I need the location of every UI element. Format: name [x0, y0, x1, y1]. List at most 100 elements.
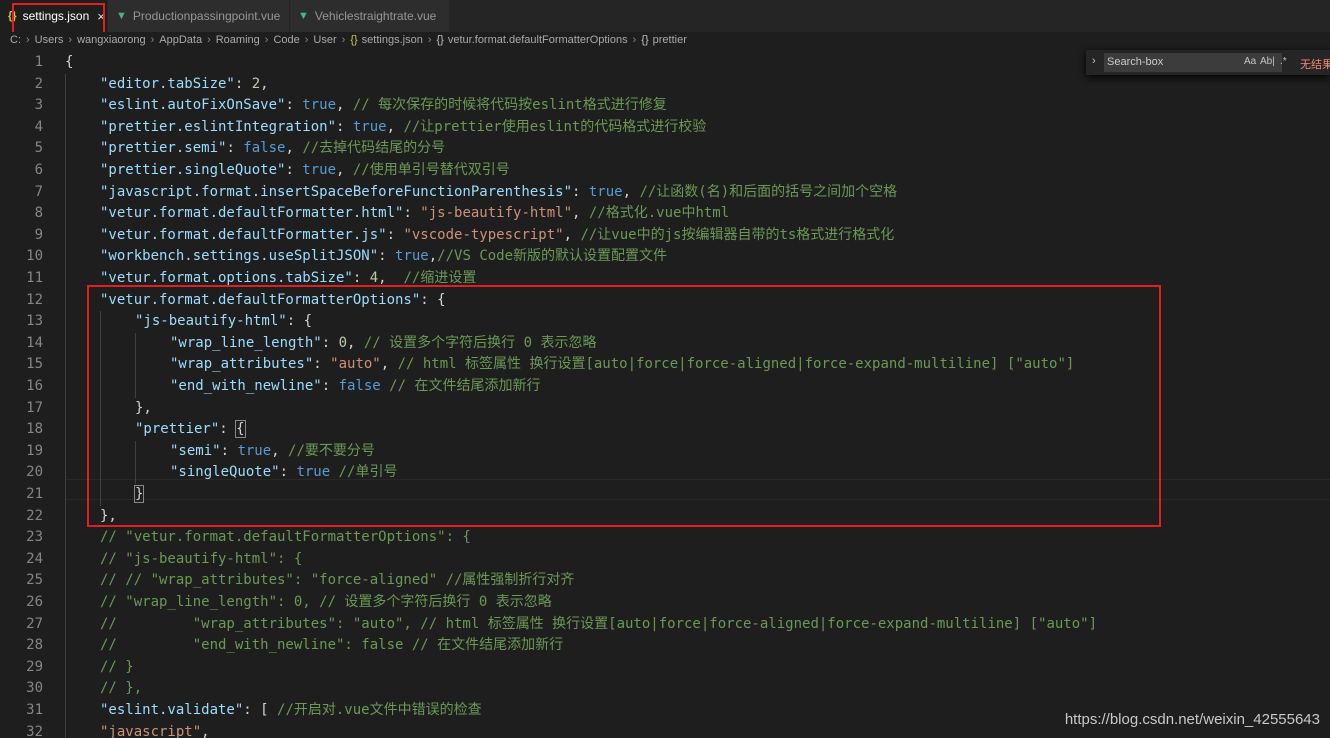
line-number: 26 — [26, 594, 43, 610]
chevron-right-icon: › — [341, 33, 346, 46]
code-token: "vetur.format.defaultFormatter.html" — [100, 205, 404, 222]
code-token: "editor.tabSize" — [100, 75, 235, 92]
line-number: 13 — [26, 313, 43, 330]
line-number: 2 — [34, 75, 43, 92]
code-line[interactable]: 9 "vetur.format.defaultFormatter.js": "vs… — [0, 225, 1330, 247]
indent-guide — [65, 635, 66, 657]
line-number: 4 — [34, 118, 43, 135]
code-line[interactable]: 10 "workbench.settings.useSplitJSON": tru… — [0, 246, 1330, 268]
code-line[interactable]: 23 // "vetur.format.defaultFormatterOptio… — [0, 527, 1330, 549]
line-number: 30 — [26, 680, 43, 697]
line-number: 21 — [26, 486, 43, 502]
line-number: 32 — [26, 723, 43, 738]
chevron-right-icon: › — [68, 33, 73, 46]
code-text: "vetur.format.defaultFormatter.html": "j… — [100, 203, 729, 225]
indent-guide — [65, 311, 66, 333]
code-line[interactable]: 6 "prettier.singleQuote": true, //使用单引号替代… — [0, 160, 1330, 182]
code-token: : — [234, 75, 252, 92]
code-text: "eslint.autoFixOnSave": true, // 每次保存的时候… — [100, 95, 667, 117]
whole-word-icon[interactable]: Ab| — [1260, 56, 1275, 67]
code-line[interactable]: 5 "prettier.semi": false, //去掉代码结尾的分号 — [0, 138, 1330, 160]
breadcrumb-item[interactable]: prettier — [653, 34, 687, 46]
indent-guide — [65, 224, 66, 247]
object-symbol-icon: {} — [641, 33, 649, 46]
code-text: "javascript", — [100, 722, 210, 738]
code-line[interactable]: 26 // "wrap_line_length": 0, // 设置多个字符后换行… — [0, 592, 1330, 614]
line-number: 10 — [26, 248, 43, 265]
code-line[interactable]: 24 // "js-beautify-html": { — [0, 549, 1330, 571]
line-number: 7 — [34, 183, 43, 200]
indent-guide — [65, 73, 66, 96]
indent-guide — [65, 527, 66, 549]
code-token: "vetur.format.defaultFormatter.js" — [100, 226, 387, 243]
watermark: https://blog.csdn.net/weixin_42555643 — [1064, 711, 1320, 728]
code-token: //去掉代码结尾的分号 — [302, 140, 446, 157]
code-token: "workbench.settings.useSplitJSON" — [100, 248, 379, 265]
code-token: "vetur.format.options.tabSize" — [100, 270, 353, 286]
tab-bar: {} settings.json × ▼ Productionpassingpo… — [0, 0, 1330, 32]
line-number: 18 — [26, 421, 43, 438]
code-token: , — [336, 162, 353, 178]
chevron-right-icon: › — [632, 33, 637, 46]
code-line[interactable]: 29 // } — [0, 657, 1330, 679]
tab-annotation-box — [12, 3, 105, 34]
line-number: 6 — [34, 162, 43, 178]
breadcrumb-item[interactable]: wangxiaorong — [77, 34, 146, 46]
code-token: , — [572, 205, 589, 222]
line-number: 9 — [34, 226, 43, 243]
chevron-right-icon: › — [427, 33, 432, 46]
code-line[interactable]: 30 // }, — [0, 678, 1330, 700]
chevron-right-icon[interactable]: › — [1092, 55, 1096, 67]
chevron-right-icon: › — [207, 33, 211, 46]
breadcrumb-item[interactable]: Roaming — [216, 34, 260, 46]
indent-guide — [65, 116, 66, 139]
code-token: "eslint.validate" — [100, 702, 244, 718]
line-number: 28 — [26, 637, 43, 654]
line-number: 14 — [26, 334, 43, 351]
code-line[interactable]: 7 "javascript.format.insertSpaceBeforeFun… — [0, 182, 1330, 204]
breadcrumb-item[interactable]: C: — [10, 34, 21, 46]
code-line[interactable]: 4 "prettier.eslintIntegration": true, //让… — [0, 117, 1330, 139]
regex-icon[interactable]: .* — [1280, 56, 1287, 67]
tab-productionpassingpoint-vue[interactable]: ▼ Productionpassingpoint.vue — [108, 0, 290, 32]
code-token: // // "wrap_attributes": "force-aligned"… — [100, 572, 575, 589]
code-token: //让vue中的js按编辑器自带的ts格式进行格式化 — [580, 226, 895, 243]
match-case-icon[interactable]: Aa — [1244, 56, 1256, 67]
find-widget: › Search-box Aa Ab| .* 无结果 — [1086, 50, 1330, 75]
breadcrumb-item[interactable]: Code — [273, 34, 299, 46]
code-token: true — [302, 97, 337, 114]
code-token: "prettier.singleQuote" — [100, 162, 286, 178]
code-line[interactable]: 25 // // "wrap_attributes": "force-aligne… — [0, 570, 1330, 592]
breadcrumb-item[interactable]: settings.json — [362, 34, 423, 46]
indent-guide — [65, 376, 66, 398]
line-number: 20 — [26, 464, 43, 481]
code-text: // "wrap_line_length": 0, // 设置多个字符后换行 0… — [100, 592, 552, 614]
code-token: , — [428, 248, 438, 265]
breadcrumb-item[interactable]: AppData — [159, 34, 202, 46]
breadcrumb-item[interactable]: vetur.format.defaultFormatterOptions — [448, 34, 628, 46]
breadcrumb-item[interactable]: Users — [35, 34, 64, 46]
code-token: : — [336, 118, 353, 135]
indent-guide — [65, 354, 66, 376]
line-number: 16 — [26, 378, 43, 394]
code-token: "prettier.semi" — [100, 140, 227, 157]
code-line[interactable]: 28 // "end_with_newline": false // 在文件结尾添… — [0, 635, 1330, 657]
code-line[interactable]: 8 "vetur.format.defaultFormatter.html": "… — [0, 203, 1330, 225]
code-text: // } — [100, 657, 134, 679]
line-number: 11 — [26, 270, 43, 286]
code-line[interactable]: 3 "eslint.autoFixOnSave": true, // 每次保存的时… — [0, 95, 1330, 117]
indent-guide — [65, 160, 66, 182]
indent-guide — [65, 548, 66, 571]
line-number: 8 — [34, 205, 43, 222]
tab-vehiclestraightrate-vue[interactable]: ▼ Vehiclestraightrate.vue — [290, 0, 450, 32]
indent-guide — [65, 656, 66, 679]
breadcrumb-item[interactable]: User — [313, 34, 336, 46]
chevron-right-icon: › — [26, 33, 30, 46]
code-token: : — [378, 248, 396, 265]
code-token: true — [588, 183, 623, 200]
code-line[interactable]: 27 // "wrap_attributes": "auto", // html … — [0, 614, 1330, 636]
code-line[interactable]: 2 "editor.tabSize": 2, — [0, 74, 1330, 96]
code-text: "javascript.format.insertSpaceBeforeFunc… — [100, 182, 897, 204]
line-number: 23 — [26, 529, 43, 546]
code-token: "prettier.eslintIntegration" — [100, 118, 337, 135]
